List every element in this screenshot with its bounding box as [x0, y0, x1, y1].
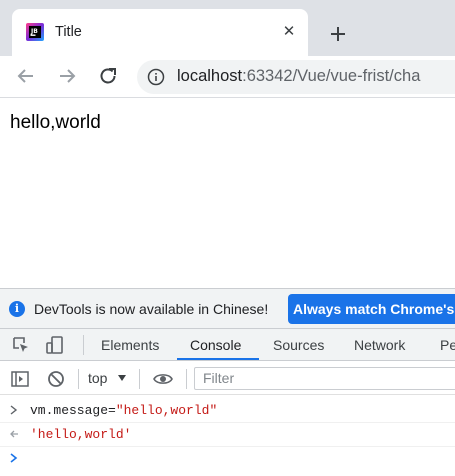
command-string: "hello,world"	[115, 403, 218, 418]
active-tab-indicator	[177, 358, 259, 360]
tab-elements[interactable]: Elements	[101, 329, 159, 361]
inspect-element-icon[interactable]	[11, 335, 31, 355]
command-expression: vm.message=	[30, 403, 116, 418]
new-tab-icon[interactable]	[324, 20, 352, 48]
prompt-chevron-icon	[10, 453, 18, 463]
address-bar[interactable]: localhost:63342/Vue/vue-frist/cha	[137, 60, 455, 94]
device-toolbar-icon[interactable]	[45, 335, 65, 355]
forward-arrow-icon[interactable]	[55, 64, 79, 88]
filter-input[interactable]: Filter	[194, 367, 455, 390]
tab-console[interactable]: Console	[190, 329, 241, 361]
url-text: localhost:63342/Vue/vue-frist/cha	[177, 67, 420, 86]
clear-console-icon[interactable]	[46, 369, 66, 389]
tab-strip: JB Title ✕	[0, 0, 455, 56]
page-content: hello,world	[0, 98, 455, 288]
reload-icon[interactable]	[96, 64, 120, 88]
browser-toolbar: localhost:63342/Vue/vue-frist/cha	[0, 56, 455, 98]
browser-tab[interactable]: JB Title ✕	[12, 9, 308, 56]
language-infobar: i DevTools is now available in Chinese! …	[0, 289, 455, 329]
site-info-icon[interactable]	[147, 68, 165, 86]
chevron-down-icon[interactable]	[118, 375, 126, 381]
console-toolbar: top Filter	[0, 362, 455, 395]
context-selector[interactable]: top	[88, 362, 107, 395]
toolbar-divider	[83, 335, 84, 355]
toolbar-divider	[78, 369, 79, 389]
sidebar-toggle-icon[interactable]	[10, 369, 30, 389]
input-chevron-icon	[10, 405, 18, 415]
eye-icon[interactable]	[153, 369, 173, 389]
tab-title: Title	[55, 24, 82, 40]
tab-network[interactable]: Network	[354, 329, 405, 361]
console-output: vm.message="hello,world" 'hello,world'	[0, 395, 455, 476]
tab-sources[interactable]: Sources	[273, 329, 324, 361]
page-message: hello,world	[10, 112, 101, 133]
console-result-line: 'hello,world'	[0, 423, 455, 447]
devtools-panel: i DevTools is now available in Chinese! …	[0, 288, 455, 476]
result-arrow-icon	[10, 430, 18, 438]
console-input-line: vm.message="hello,world"	[0, 399, 455, 423]
info-icon: i	[9, 301, 25, 317]
always-match-button[interactable]: Always match Chrome's	[288, 294, 455, 324]
console-command: vm.message="hello,world"	[30, 403, 217, 418]
toolbar-divider	[139, 369, 140, 389]
svg-text:JB: JB	[30, 28, 38, 35]
browser-window: JB Title ✕ localhost:63342/Vue/vue-frist…	[0, 0, 455, 476]
console-prompt-line[interactable]	[0, 447, 455, 471]
url-path: :63342/Vue/vue-frist/cha	[242, 67, 421, 85]
toolbar-divider	[186, 369, 187, 389]
tab-close-icon[interactable]: ✕	[278, 21, 300, 43]
infobar-text: DevTools is now available in Chinese!	[34, 301, 269, 317]
tab-performance[interactable]: Pe	[440, 329, 455, 361]
devtools-tab-bar: Elements Console Sources Network Pe	[0, 329, 455, 361]
back-arrow-icon[interactable]	[14, 64, 38, 88]
console-result: 'hello,world'	[30, 427, 132, 442]
jetbrains-favicon-icon: JB	[26, 23, 44, 41]
url-host: localhost	[177, 67, 243, 85]
